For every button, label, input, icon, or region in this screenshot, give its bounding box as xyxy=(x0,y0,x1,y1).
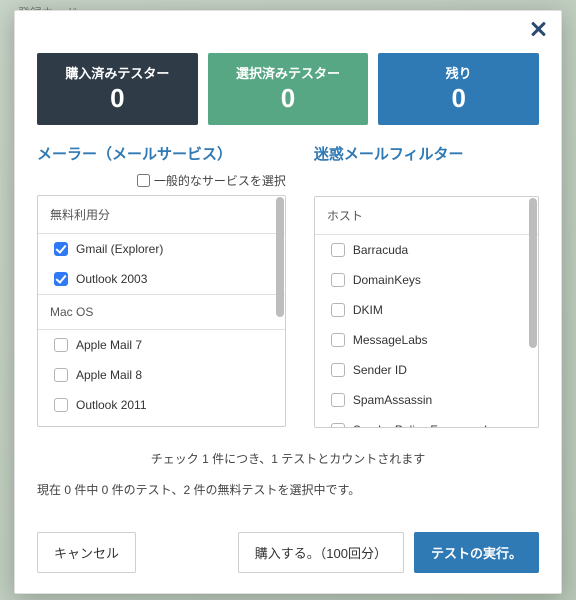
cancel-button[interactable]: キャンセル xyxy=(37,532,136,573)
mailer-title: メーラー（メールサービス） xyxy=(37,143,286,164)
stat-purchased: 購入済みテスター 0 xyxy=(37,53,198,125)
stat-remaining-label: 残り xyxy=(384,63,533,82)
scrollbar[interactable] xyxy=(529,198,537,426)
list-item-label: Barracuda xyxy=(353,243,408,257)
scrollbar-thumb[interactable] xyxy=(276,197,284,317)
list-item[interactable]: Sender ID xyxy=(315,355,538,385)
stat-remaining-value: 0 xyxy=(384,84,533,113)
spam-panel: ホスト Barracuda DomainKeys DKIM xyxy=(314,196,539,428)
checkbox-icon[interactable] xyxy=(54,368,68,382)
stat-purchased-label: 購入済みテスター xyxy=(43,63,192,82)
count-note: チェック 1 件につき、1 テストとカウントされます xyxy=(15,450,561,467)
list-item-label: Outlook 2003 xyxy=(76,272,147,286)
modal: 購入済みテスター 0 選択済みテスター 0 残り 0 メーラー（メールサービス）… xyxy=(14,10,562,594)
checkbox-icon[interactable] xyxy=(54,338,68,352)
mailer-panel: 無料利用分 Gmail (Explorer) Outlook 2003 Mac … xyxy=(37,195,286,427)
mailer-group-head: Mac OS xyxy=(38,294,285,330)
scrollbar-thumb[interactable] xyxy=(529,198,537,348)
list-item-label: Apple Mail 7 xyxy=(76,338,142,352)
scrollbar[interactable] xyxy=(276,197,284,425)
list-item[interactable]: SpamAssassin xyxy=(315,385,538,415)
list-item-label: Outlook 2011 xyxy=(76,398,147,412)
run-tests-button[interactable]: テストの実行。 xyxy=(414,532,539,573)
checkbox-icon[interactable] xyxy=(331,393,345,407)
checkbox-icon[interactable] xyxy=(331,363,345,377)
checkbox-icon[interactable] xyxy=(54,242,68,256)
stat-selected: 選択済みテスター 0 xyxy=(208,53,369,125)
list-item-label: Apple Mail 8 xyxy=(76,368,142,382)
list-item-label: Gmail (Explorer) xyxy=(76,242,163,256)
select-common-row[interactable]: 一般的なサービスを選択 xyxy=(37,172,286,189)
list-item[interactable]: Outlook 2003 xyxy=(38,264,285,294)
spam-group-head: ホスト xyxy=(315,197,538,235)
list-item[interactable]: DomainKeys xyxy=(315,265,538,295)
list-item[interactable]: Apple Mail 7 xyxy=(38,330,285,360)
list-item[interactable]: Barracuda xyxy=(315,235,538,265)
list-item[interactable]: Sender Policy Framework xyxy=(315,415,538,427)
list-item[interactable]: MessageLabs xyxy=(315,325,538,355)
list-item[interactable]: Outlook 2011 xyxy=(38,390,285,420)
list-item-label: Sender Policy Framework xyxy=(353,423,490,427)
selection-summary: 現在 0 件中 0 件のテスト、2 件の無料テストを選択中です。 xyxy=(15,467,561,498)
stat-purchased-value: 0 xyxy=(43,84,192,113)
checkbox-icon[interactable] xyxy=(331,333,345,347)
select-common-label: 一般的なサービスを選択 xyxy=(154,172,286,189)
checkbox-icon[interactable] xyxy=(331,243,345,257)
stat-selected-label: 選択済みテスター xyxy=(214,63,363,82)
stat-remaining: 残り 0 xyxy=(378,53,539,125)
list-item-label: Sender ID xyxy=(353,363,407,377)
checkbox-icon[interactable] xyxy=(331,303,345,317)
stat-selected-value: 0 xyxy=(214,84,363,113)
list-item-label: SpamAssassin xyxy=(353,393,432,407)
list-item[interactable]: Apple Mail 8 xyxy=(38,360,285,390)
list-item-label: DomainKeys xyxy=(353,273,421,287)
checkbox-icon[interactable] xyxy=(54,272,68,286)
list-item-label: DKIM xyxy=(353,303,383,317)
checkbox-icon[interactable] xyxy=(331,273,345,287)
checkbox-icon[interactable] xyxy=(54,398,68,412)
stats-row: 購入済みテスター 0 選択済みテスター 0 残り 0 xyxy=(15,47,561,137)
select-common-checkbox[interactable] xyxy=(137,174,150,187)
close-icon[interactable] xyxy=(529,20,547,38)
list-item[interactable]: DKIM xyxy=(315,295,538,325)
checkbox-icon[interactable] xyxy=(331,423,345,427)
list-item-label: MessageLabs xyxy=(353,333,428,347)
mailer-group-head: 無料利用分 xyxy=(38,196,285,234)
spam-title: 迷惑メールフィルター xyxy=(314,143,539,164)
buy-button[interactable]: 購入する。（100回分） xyxy=(238,532,404,573)
list-item[interactable]: Gmail (Explorer) xyxy=(38,234,285,264)
